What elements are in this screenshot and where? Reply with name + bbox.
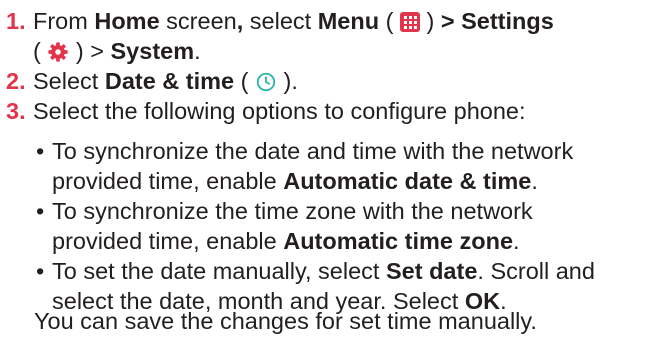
term-settings: > Settings bbox=[440, 8, 554, 34]
step-text: ) > bbox=[69, 38, 111, 64]
step-text: ( bbox=[33, 38, 48, 64]
instructions: 1. From Home screen, select Menu ( ) > Se… bbox=[0, 0, 660, 340]
step-text: ( bbox=[234, 68, 256, 94]
bullet-item: • To synchronize the time zone with the n… bbox=[36, 196, 656, 256]
bullet-dot: • bbox=[36, 138, 45, 164]
bullet-item: • To synchronize the date and time with t… bbox=[36, 136, 656, 196]
step-text: Select the following options to configur… bbox=[33, 98, 526, 124]
bullet-text: To set the date manually, select bbox=[52, 258, 386, 284]
step-1-line-2: ( ) > System. bbox=[6, 36, 656, 66]
menu-grid-icon bbox=[399, 12, 420, 32]
bullet-text: . Scroll and bbox=[477, 258, 595, 284]
step-text: screen bbox=[159, 8, 237, 34]
note-text: You can save the changes for set time ma… bbox=[34, 308, 537, 334]
term-menu: Menu bbox=[317, 8, 380, 34]
bullet-text: To synchronize the date and time with th… bbox=[52, 138, 574, 164]
step-number: 2. bbox=[6, 68, 26, 94]
term-automatic-time-zone: Automatic time zone bbox=[283, 228, 514, 254]
step-1: 1. From Home screen, select Menu ( ) > Se… bbox=[6, 6, 656, 66]
step-text: ) bbox=[419, 8, 441, 34]
bullet-dot: • bbox=[36, 258, 45, 284]
gear-icon bbox=[48, 42, 68, 62]
step-text: ). bbox=[277, 68, 298, 94]
step-number: 1. bbox=[6, 8, 26, 34]
term-set-date: Set date bbox=[385, 258, 478, 284]
term-date-time: Date & time bbox=[104, 68, 235, 94]
term-system: System bbox=[110, 38, 195, 64]
term-home: Home bbox=[94, 8, 160, 34]
step-3: 3. Select the following options to config… bbox=[6, 96, 656, 126]
step-1-line-1: 1. From Home screen, select Menu ( ) > Se… bbox=[6, 6, 656, 36]
step-text: ( bbox=[379, 8, 400, 34]
step-text: Select bbox=[33, 68, 105, 94]
term-automatic-date-time: Automatic date & time bbox=[283, 168, 532, 194]
bullet-text: provided time, enable bbox=[52, 228, 284, 254]
step-text: select bbox=[243, 8, 318, 34]
bullet-text: . bbox=[531, 168, 538, 194]
bullet-text: To synchronize the time zone with the ne… bbox=[52, 198, 533, 224]
bullet-text: provided time, enable bbox=[52, 168, 284, 194]
bullet-text: . bbox=[513, 228, 520, 254]
step-2: 2. Select Date & time ( ). bbox=[6, 66, 656, 96]
step-text: From bbox=[33, 8, 95, 34]
clock-icon bbox=[256, 72, 276, 92]
step-text: . bbox=[194, 38, 201, 64]
bullet-dot: • bbox=[36, 198, 45, 224]
step-number: 3. bbox=[6, 98, 26, 124]
